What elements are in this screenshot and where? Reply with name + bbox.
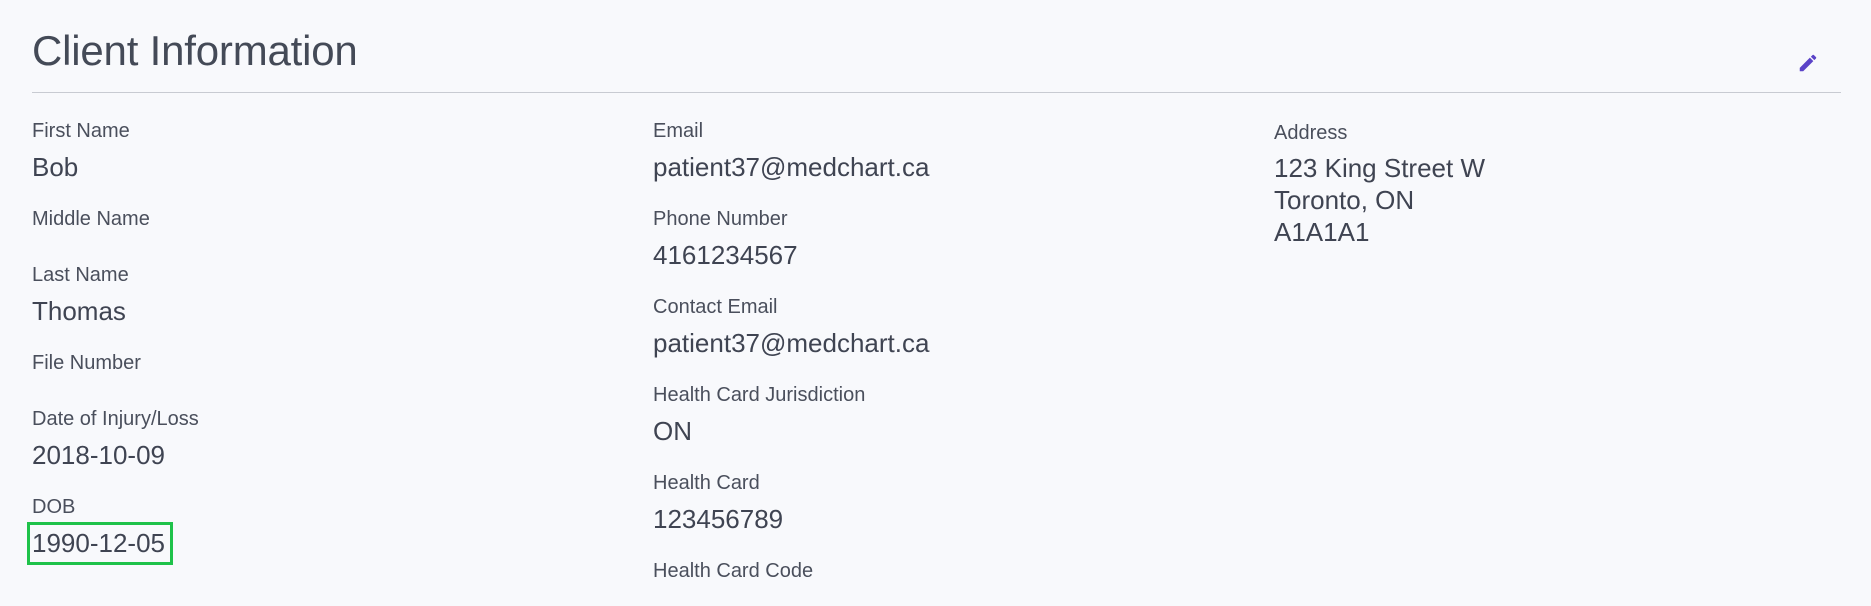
last-name-value: Thomas — [32, 296, 126, 326]
file-number-field: File Number — [32, 350, 141, 382]
pencil-icon — [1797, 52, 1819, 74]
health-card-value: 123456789 — [653, 504, 784, 534]
date-of-injury-value: 2018-10-09 — [32, 440, 165, 470]
middle-name-label: Middle Name — [32, 208, 150, 230]
last-name-label: Last Name — [32, 264, 129, 286]
phone-number-value: 4161234567 — [653, 240, 798, 270]
address-label: Address — [1274, 122, 1348, 144]
email-label: Email — [653, 120, 704, 142]
health-card-jurisdiction-label: Health Card Jurisdiction — [653, 384, 866, 406]
health-card-jurisdiction-value: ON — [653, 416, 692, 446]
health-card-field: Health Card 123456789 — [653, 470, 783, 536]
health-card-code-label: Health Card Code — [653, 560, 814, 582]
dob-value: 1990-12-05 — [32, 528, 165, 558]
first-name-value: Bob — [32, 152, 79, 182]
address-field: Address 123 King Street W Toronto, ON A1… — [1274, 120, 1485, 248]
health-card-code-field: Health Card Code — [653, 558, 813, 590]
address-lines: 123 King Street W Toronto, ON A1A1A1 — [1274, 152, 1485, 248]
dob-label: DOB — [32, 496, 76, 518]
first-name-label: First Name — [32, 120, 130, 142]
address-line-street: 123 King Street W — [1274, 153, 1485, 183]
address-line-city: Toronto, ON — [1274, 185, 1415, 215]
health-card-jurisdiction-field: Health Card Jurisdiction ON — [653, 382, 865, 448]
contact-email-value: patient37@medchart.ca — [653, 328, 930, 358]
date-of-injury-label: Date of Injury/Loss — [32, 408, 199, 430]
phone-number-label: Phone Number — [653, 208, 788, 230]
page-title: Client Information — [32, 27, 358, 74]
edit-button[interactable] — [1791, 46, 1825, 80]
middle-name-field: Middle Name — [32, 206, 150, 238]
contact-email-label: Contact Email — [653, 296, 778, 318]
address-line-postal: A1A1A1 — [1274, 217, 1370, 247]
date-of-injury-field: Date of Injury/Loss 2018-10-09 — [32, 406, 199, 472]
email-value: patient37@medchart.ca — [653, 152, 930, 182]
dob-field: DOB 1990-12-05 — [27, 494, 173, 565]
first-name-field: First Name Bob — [32, 118, 130, 184]
health-card-label: Health Card — [653, 472, 760, 494]
email-field: Email patient37@medchart.ca — [653, 118, 929, 184]
last-name-field: Last Name Thomas — [32, 262, 129, 328]
file-number-label: File Number — [32, 352, 141, 374]
title-divider — [32, 92, 1841, 93]
phone-number-field: Phone Number 4161234567 — [653, 206, 798, 272]
contact-email-field: Contact Email patient37@medchart.ca — [653, 294, 929, 360]
